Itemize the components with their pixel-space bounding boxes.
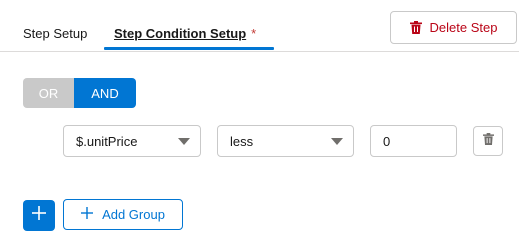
delete-step-label: Delete Step — [429, 20, 498, 35]
tab-step-condition-setup[interactable]: Step Condition Setup * — [114, 26, 256, 42]
operator-select[interactable]: less — [217, 125, 354, 157]
field-select-value: $.unitPrice — [76, 133, 138, 149]
tabs-divider — [0, 51, 519, 52]
plus-icon — [81, 207, 94, 222]
field-select[interactable]: $.unitPrice — [63, 125, 201, 157]
logic-and-label: AND — [91, 85, 119, 101]
caret-down-icon — [331, 138, 343, 145]
tab-step-setup-label: Step Setup — [23, 26, 88, 41]
step-editor: Step Setup Step Condition Setup * Delete … — [0, 0, 519, 245]
plus-icon — [32, 206, 46, 225]
tab-step-setup[interactable]: Step Setup — [23, 26, 87, 42]
add-group-label: Add Group — [102, 207, 165, 222]
trash-icon — [482, 132, 494, 150]
trash-icon — [409, 21, 422, 34]
delete-step-button[interactable]: Delete Step — [390, 11, 517, 44]
logic-or-toggle[interactable]: OR — [23, 78, 74, 108]
add-condition-button[interactable] — [23, 200, 55, 231]
delete-condition-button[interactable] — [473, 126, 503, 156]
active-tab-indicator — [104, 47, 274, 50]
logic-or-label: OR — [38, 85, 59, 101]
add-group-button[interactable]: Add Group — [63, 199, 183, 230]
required-marker: * — [251, 26, 257, 41]
logic-and-toggle[interactable]: AND — [74, 78, 136, 108]
caret-down-icon — [178, 138, 190, 145]
comparison-value-input[interactable] — [370, 125, 457, 157]
operator-select-value: less — [230, 133, 254, 149]
tab-step-condition-setup-label: Step Condition Setup — [114, 26, 247, 41]
